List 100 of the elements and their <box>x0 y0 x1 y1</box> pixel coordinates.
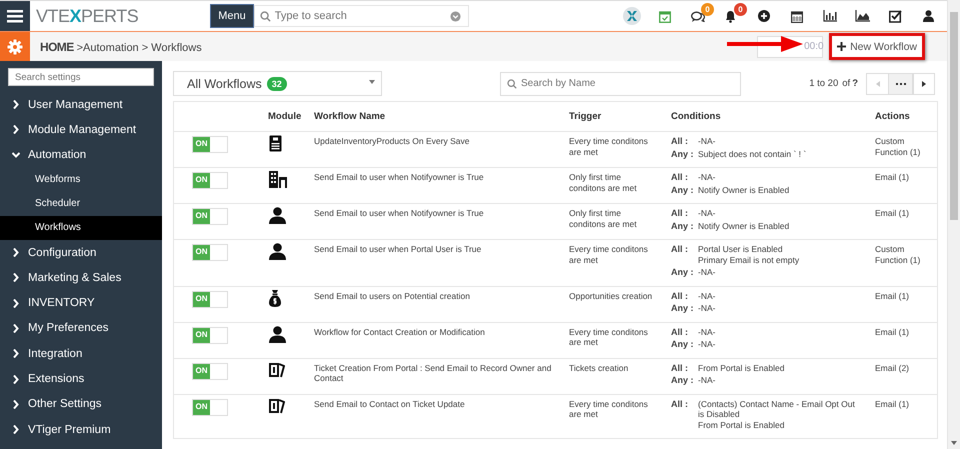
calendar-icon[interactable] <box>790 10 802 22</box>
search-icon <box>260 11 271 22</box>
sidebar-item[interactable]: My Preferences <box>0 316 162 342</box>
next-page-button[interactable] <box>913 72 935 94</box>
count-badge: 0 <box>701 3 714 16</box>
condition-label: All : <box>671 136 689 146</box>
condition-label: Any : <box>671 375 694 386</box>
condition-label: All : <box>671 208 689 218</box>
scrollbar[interactable] <box>947 0 960 449</box>
workflow-name[interactable]: UpdateInventoryProducts On Every Save <box>314 136 557 146</box>
right-triangle-icon <box>922 80 926 86</box>
workflow-name[interactable]: Send Email to user when Portal User is True <box>314 244 557 254</box>
breadcrumb-link[interactable]: HOME <box>40 40 74 54</box>
trigger-text: Only first time conditons are met <box>569 208 638 229</box>
workflow-name[interactable]: Ticket Creation From Portal : Send Email to Record Owner and Contact <box>314 362 557 384</box>
condition-text: -NA- <box>697 326 716 337</box>
condition-text: -NA- <box>697 303 716 314</box>
search-field[interactable]: Type to search <box>254 5 469 27</box>
sidebar-subitem[interactable]: Webforms <box>0 168 162 192</box>
filter-dropdown[interactable]: All Workflows 32 <box>173 71 382 96</box>
sidebar-item[interactable]: INVENTORY <box>0 290 162 316</box>
condition-text: -NA- <box>697 136 716 146</box>
condition-label: Any : <box>671 148 694 159</box>
down-triangle-icon[interactable] <box>951 441 957 445</box>
trigger-text: Every time conditons are met <box>569 398 649 420</box>
sidebar-label: My Preferences <box>28 322 109 334</box>
filter-label: All Workflows <box>187 76 262 90</box>
chevron-right-icon <box>12 100 20 110</box>
chat-icon[interactable] <box>690 10 704 22</box>
actions-text: Email (1) <box>875 172 910 182</box>
workflow-name[interactable]: Send Email to user when Notifyowner is True <box>314 172 557 182</box>
sidebar-subitem[interactable]: Workflows <box>0 216 162 240</box>
condition-label: All : <box>671 290 689 301</box>
page-of: of <box>842 78 850 89</box>
column-header: Conditions <box>671 111 721 122</box>
workflow-name[interactable]: Workflow for Contact Creation or Modification <box>314 326 557 337</box>
sidebar-label: Marketing & Sales <box>28 272 122 284</box>
breadcrumb-link[interactable]: Workflows <box>151 42 202 54</box>
sidebar-item[interactable]: Marketing & Sales <box>0 265 162 290</box>
chevron-right-icon <box>12 248 20 258</box>
breadcrumb-link[interactable]: >Automation > <box>76 42 148 54</box>
condition-text: -NA- <box>697 375 716 386</box>
condition-label: All : <box>671 398 689 410</box>
workflow-name[interactable]: Send Email to Contact on Ticket Update <box>314 398 557 409</box>
actions-text: Custom Function (1) <box>875 136 922 157</box>
condition-label: Any : <box>671 267 694 278</box>
sidebar-label: Other Settings <box>28 398 102 410</box>
condition-text: -NA- <box>697 290 716 301</box>
condition-text: Notify Owner is Enabled <box>697 184 790 195</box>
sidebar-item[interactable]: Integration <box>0 341 162 366</box>
sidebar-item[interactable]: VTiger Premium <box>0 416 162 442</box>
condition-label: All : <box>671 172 689 182</box>
search-settings-field[interactable]: Search settings <box>8 68 154 86</box>
x-logo-icon[interactable] <box>622 7 642 25</box>
document-icon <box>269 135 282 152</box>
left-triangle-icon <box>876 80 880 86</box>
sidebar-subitem[interactable]: Scheduler <box>0 192 162 216</box>
sidebar-item[interactable]: Automation <box>0 142 162 168</box>
name-search-field[interactable]: Search by Name <box>500 72 741 96</box>
chevron-right-icon <box>12 400 20 409</box>
dropdown-icon[interactable] <box>450 11 461 22</box>
chevron-right-icon <box>12 425 20 434</box>
more-pages-button[interactable] <box>888 72 913 94</box>
condition-label: All : <box>671 244 689 256</box>
sidebar-item[interactable]: User Management <box>0 92 162 118</box>
bar-chart-icon[interactable] <box>822 10 836 22</box>
condition-text: From Portal is Enabled <box>697 420 786 430</box>
search-icon <box>507 78 517 88</box>
person-icon <box>269 243 286 260</box>
sidebar-label: VTiger Premium <box>28 424 111 436</box>
chevron-down-icon <box>12 150 20 160</box>
condition-text: -NA- <box>697 208 716 218</box>
sidebar-label: INVENTORY <box>28 297 95 310</box>
actions-text: Email (2) <box>875 362 910 373</box>
checkbox-icon[interactable] <box>889 10 902 22</box>
chevron-right-icon <box>12 125 20 134</box>
sidebar-item[interactable]: Extensions <box>0 366 162 392</box>
page-total: ? <box>852 78 858 89</box>
condition-text: From Portal is Enabled <box>697 362 784 373</box>
workflow-name[interactable]: Send Email to user when Notifyowner is True <box>314 208 557 218</box>
logo[interactable]: VTEXPERTS <box>36 6 138 26</box>
chevron-right-icon <box>12 374 20 384</box>
actions-text: Email (1) <box>875 208 910 218</box>
menu-button[interactable]: Menu <box>210 4 254 28</box>
sidebar-item[interactable]: Module Management <box>0 117 162 143</box>
add-icon[interactable] <box>758 10 770 22</box>
person-icon <box>269 326 286 342</box>
trigger-text: Tickets creation <box>569 362 630 373</box>
count-badge: 0 <box>734 3 747 16</box>
menu-icon[interactable] <box>0 1 30 31</box>
bell-icon[interactable] <box>725 10 736 22</box>
sidebar-item[interactable]: Configuration <box>0 240 162 266</box>
user-icon[interactable] <box>923 10 934 22</box>
sidebar-label: User Management <box>28 98 123 111</box>
chevron-right-icon <box>12 349 20 358</box>
building-icon <box>269 171 287 188</box>
area-chart-icon[interactable] <box>855 10 870 22</box>
workflow-name[interactable]: Send Email to users on Potential creation <box>314 290 557 301</box>
sidebar-item[interactable]: Other Settings <box>0 392 162 417</box>
calendar-check-icon[interactable] <box>658 10 670 22</box>
